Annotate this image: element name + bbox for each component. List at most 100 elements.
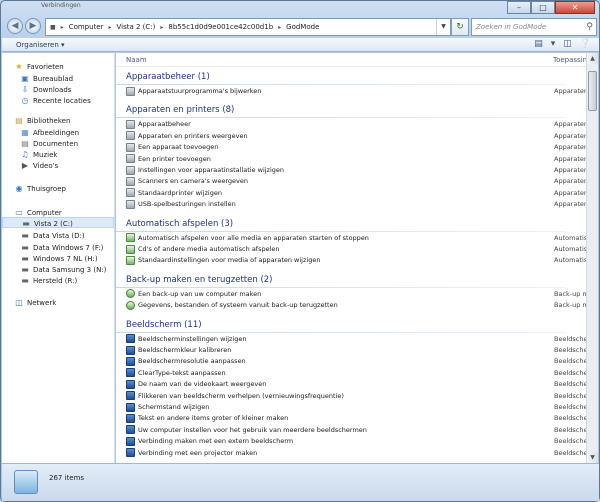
sidebar-item-drive-n[interactable]: ▬ Data Samsung 3 (N:) bbox=[20, 264, 106, 275]
view-options-chevron-icon[interactable]: ▾ bbox=[551, 39, 556, 49]
control-panel-task-icon bbox=[126, 391, 135, 401]
scroll-down-arrow[interactable]: ▼ bbox=[587, 452, 598, 463]
item-name: USB-spelbesturingen instellen bbox=[138, 200, 236, 209]
list-item[interactable]: Een apparaat toevoegen bbox=[126, 142, 218, 153]
sidebar-item-music[interactable]: ♫ Muziek bbox=[20, 149, 57, 160]
list-item[interactable]: Uw computer instellen voor het gebruik v… bbox=[126, 425, 367, 436]
group-header[interactable]: Automatisch afspelen (3) bbox=[126, 219, 233, 229]
sidebar-item-network[interactable]: ◫ Netwerk bbox=[14, 297, 56, 308]
list-item[interactable]: Verbinding met een projector maken bbox=[126, 448, 257, 459]
group-header[interactable]: Apparaten en printers (8) bbox=[126, 105, 234, 115]
caption-buttons: – □ ✕ bbox=[507, 1, 595, 14]
drive-icon: ▬ bbox=[21, 231, 29, 240]
sidebar-item-libraries[interactable]: ▤ Bibliotheken bbox=[14, 115, 70, 126]
sidebar-item-drive-f[interactable]: ▬ Data Windows 7 (F:) bbox=[20, 242, 103, 253]
column-header-type[interactable]: Toepassing bbox=[553, 56, 586, 64]
list-item[interactable]: Apparaatstuurprogramma's bijwerken bbox=[126, 86, 261, 97]
explorer-window: Verbindingen – □ ✕ ◀ ▶ ■ ▸ Computer ▸ Vi… bbox=[0, 0, 600, 502]
sidebar-item-favorites[interactable]: ★ Favorieten bbox=[14, 61, 63, 72]
refresh-button[interactable]: ↻ bbox=[451, 18, 469, 36]
back-button[interactable]: ◀ bbox=[7, 18, 23, 34]
sidebar-item-drive-h[interactable]: ▬ Windows 7 NL (H:) bbox=[20, 253, 97, 264]
window-title: Verbindingen bbox=[41, 2, 81, 9]
breadcrumb-drive[interactable]: Vista 2 (C:) bbox=[117, 23, 156, 31]
control-panel-task-icon bbox=[126, 436, 135, 446]
breadcrumb-folder[interactable]: 8b55c1d0d9e001ce42c00d1b bbox=[168, 23, 273, 31]
sidebar-item-recent[interactable]: ◷ Recente locaties bbox=[20, 95, 91, 106]
group-header[interactable]: Beeldscherm (11) bbox=[126, 320, 202, 330]
list-item[interactable]: Schermstand wijzigen bbox=[126, 402, 209, 413]
sidebar-item-drive-c[interactable]: ▬ Vista 2 (C:) bbox=[2, 217, 114, 228]
documents-icon: ▤ bbox=[21, 139, 29, 148]
group-divider bbox=[116, 84, 566, 85]
sidebar-item-drive-d[interactable]: ▬ Data Vista (D:) bbox=[20, 230, 84, 241]
item-name: ClearType-tekst aanpassen bbox=[138, 368, 226, 377]
list-item[interactable]: Beeldschermresolutie aanpassen bbox=[126, 356, 246, 367]
title-bar[interactable]: Verbindingen – □ ✕ bbox=[1, 1, 600, 14]
list-item[interactable]: Beeldscherminstellingen wijzigen bbox=[126, 334, 246, 345]
breadcrumb-godmode[interactable]: GodMode bbox=[286, 23, 319, 31]
list-item[interactable]: Tekst en andere items groter of kleiner … bbox=[126, 413, 288, 424]
sidebar-item-drive-r[interactable]: ▬ Hersteld (R:) bbox=[20, 275, 77, 286]
list-item[interactable]: Apparaten en printers weergeven bbox=[126, 131, 248, 142]
list-item[interactable]: Verbinding maken met een extern beeldsch… bbox=[126, 436, 293, 447]
maximize-button[interactable]: □ bbox=[531, 1, 555, 14]
list-item[interactable]: Scanners en camera's weergeven bbox=[126, 176, 248, 187]
control-panel-task-icon bbox=[126, 165, 135, 175]
change-view-icon[interactable]: ▤ bbox=[534, 39, 543, 49]
navigation-bar: ◀ ▶ ■ ▸ Computer ▸ Vista 2 (C:) ▸ 8b55c1… bbox=[5, 17, 597, 37]
item-type: Beeldscherm bbox=[554, 334, 586, 343]
list-item[interactable]: Instellingen voor apparaatinstallatie wi… bbox=[126, 165, 284, 176]
sidebar-item-pictures[interactable]: ▦ Afbeeldingen bbox=[20, 127, 79, 138]
list-item[interactable]: Beeldschermkleur kalibreren bbox=[126, 345, 231, 356]
list-item[interactable]: Een back-up van uw computer maken bbox=[126, 289, 261, 300]
control-panel-task-icon bbox=[126, 142, 135, 152]
drive-icon: ▬ bbox=[21, 243, 29, 252]
list-item[interactable]: Flikkeren van beeldscherm verhelpen (ver… bbox=[126, 391, 344, 402]
group-header[interactable]: Apparaatbeheer (1) bbox=[126, 72, 210, 82]
group-header[interactable]: Back-up maken en terugzetten (2) bbox=[126, 275, 273, 285]
address-bar[interactable]: ■ ▸ Computer ▸ Vista 2 (C:) ▸ 8b55c1d0d9… bbox=[45, 18, 451, 36]
scroll-thumb[interactable] bbox=[588, 71, 597, 111]
list-item[interactable]: Apparaatbeheer bbox=[126, 119, 191, 130]
item-type: Beeldscherm bbox=[554, 403, 586, 411]
close-button[interactable]: ✕ bbox=[555, 1, 595, 14]
minimize-button[interactable]: – bbox=[507, 1, 531, 14]
item-type: Apparaten en ... bbox=[554, 131, 586, 140]
vertical-scrollbar[interactable]: ▲ ▼ bbox=[586, 53, 598, 463]
list-item[interactable]: De naam van de videokaart weergeven bbox=[126, 379, 266, 390]
column-header-name[interactable]: Naam bbox=[126, 56, 147, 64]
forward-button[interactable]: ▶ bbox=[25, 18, 41, 34]
item-type: Back-up mak... bbox=[554, 289, 586, 298]
control-panel-task-icon bbox=[126, 188, 135, 198]
help-icon[interactable]: ❔ bbox=[580, 39, 591, 49]
list-item[interactable]: Cd's of andere media automatisch afspele… bbox=[126, 244, 280, 255]
organize-button[interactable]: Organiseren ▾ bbox=[16, 41, 65, 49]
sidebar-item-desktop[interactable]: ▣ Bureaublad bbox=[20, 73, 73, 84]
network-icon: ◫ bbox=[15, 298, 23, 307]
preview-pane-icon[interactable]: ◫ bbox=[563, 39, 572, 49]
item-name: Beeldschermresolutie aanpassen bbox=[138, 357, 246, 366]
control-panel-task-icon bbox=[126, 368, 135, 378]
list-item[interactable]: Een printer toevoegen bbox=[126, 154, 211, 165]
list-item[interactable]: Automatisch afspelen voor alle media en … bbox=[126, 233, 369, 244]
item-name: Standaardinstellingen voor media of appa… bbox=[138, 256, 321, 265]
breadcrumb-computer[interactable]: Computer bbox=[69, 23, 104, 31]
group-divider bbox=[116, 331, 566, 333]
list-item[interactable]: USB-spelbesturingen instellen bbox=[126, 199, 236, 210]
list-item[interactable]: Standaardprinter wijzigen bbox=[126, 188, 222, 199]
list-item[interactable]: ClearType-tekst aanpassen bbox=[126, 368, 226, 379]
list-item[interactable]: Gegevens, bestanden of systeem vanuit ba… bbox=[126, 300, 338, 311]
sidebar-item-downloads[interactable]: ⇩ Downloads bbox=[20, 84, 72, 95]
scroll-up-arrow[interactable]: ▲ bbox=[587, 53, 598, 64]
item-name: Een printer toevoegen bbox=[138, 154, 211, 163]
sidebar-item-documents[interactable]: ▤ Documenten bbox=[20, 138, 78, 149]
address-dropdown-button[interactable]: ▼ bbox=[436, 19, 450, 35]
search-input[interactable]: Zoeken in GodMode ⚲ bbox=[471, 18, 597, 36]
sidebar-item-homegroup[interactable]: ◉ Thuisgroep bbox=[14, 183, 66, 194]
item-name: Beeldschermkleur kalibreren bbox=[138, 346, 232, 354]
item-type: Beeldscherm bbox=[554, 391, 586, 400]
back-arrow-icon: ◀ bbox=[11, 21, 19, 31]
list-item[interactable]: Standaardinstellingen voor media of appa… bbox=[126, 255, 320, 266]
sidebar-item-videos[interactable]: ▶ Video's bbox=[20, 160, 58, 171]
